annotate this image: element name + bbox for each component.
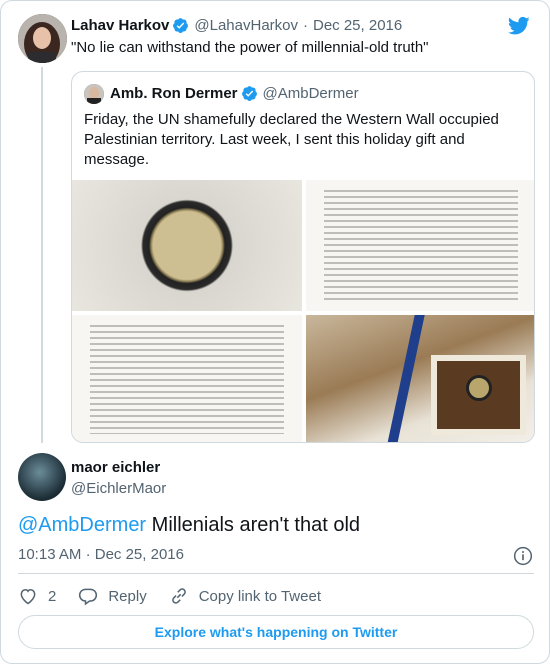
author-name[interactable]: Lahav Harkov: [71, 17, 169, 34]
twitter-bird-icon[interactable]: [508, 16, 530, 36]
tweet-text: "No lie can withstand the power of mille…: [71, 39, 429, 56]
reply-label: Reply: [108, 587, 147, 605]
reply-author-handle[interactable]: @EichlerMaor: [71, 480, 166, 497]
quoted-tweet[interactable]: Amb. Ron Dermer @AmbDermer Friday, the U…: [71, 71, 535, 443]
copy-link-button[interactable]: Copy link to Tweet: [169, 586, 321, 606]
quoted-author-name: Amb. Ron Dermer: [110, 85, 238, 102]
quoted-author-handle: @AmbDermer: [262, 85, 359, 102]
tweet-card: Lahav Harkov @LahavHarkov · Dec 25, 2016…: [0, 0, 550, 664]
reply-date: Dec 25, 2016: [94, 546, 184, 563]
author-avatar[interactable]: [18, 14, 67, 63]
action-bar: 2 Reply Copy link to Tweet: [18, 586, 343, 606]
verified-icon: [173, 18, 189, 33]
reply-text: @AmbDermer Millenials aren't that old: [18, 514, 360, 537]
quoted-text: Friday, the UN shamefully declared the W…: [84, 111, 499, 168]
reply-author-avatar[interactable]: [18, 453, 66, 501]
author-handle[interactable]: @LahavHarkov: [194, 17, 298, 34]
heart-icon: [20, 588, 36, 605]
media-letter-page-2[interactable]: [72, 315, 302, 442]
reply-time: 10:13 AM: [18, 546, 82, 563]
media-grid: [72, 180, 534, 442]
separator: ·: [85, 546, 91, 563]
media-letter-page-1[interactable]: [306, 180, 534, 311]
separator: ·: [303, 17, 308, 34]
media-coin-photo[interactable]: [72, 180, 302, 311]
reply-icon: [79, 588, 98, 606]
divider: [18, 573, 534, 574]
copy-link-label: Copy link to Tweet: [198, 587, 321, 605]
like-button[interactable]: 2: [18, 586, 56, 606]
like-count: 2: [48, 587, 57, 605]
thread-line: [41, 67, 43, 443]
explore-button[interactable]: Explore what's happening on Twitter: [18, 615, 534, 649]
quoted-author-avatar: [84, 84, 104, 104]
reply-body: Millenials aren't that old: [146, 514, 361, 536]
tweet-date[interactable]: Dec 25, 2016: [313, 17, 402, 34]
author-row: Lahav Harkov @LahavHarkov · Dec 25, 2016: [71, 17, 402, 34]
reply-author-name[interactable]: maor eichler: [71, 459, 160, 476]
mention-link[interactable]: @AmbDermer: [18, 514, 146, 536]
reply-timestamp[interactable]: 10:13 AM · Dec 25, 2016: [18, 546, 184, 563]
media-gift-box-photo[interactable]: [306, 315, 534, 442]
verified-icon: [241, 86, 257, 101]
quoted-author-row: Amb. Ron Dermer @AmbDermer: [110, 85, 359, 102]
info-icon[interactable]: [513, 546, 533, 566]
link-icon: [171, 588, 186, 604]
reply-button[interactable]: Reply: [78, 586, 147, 606]
